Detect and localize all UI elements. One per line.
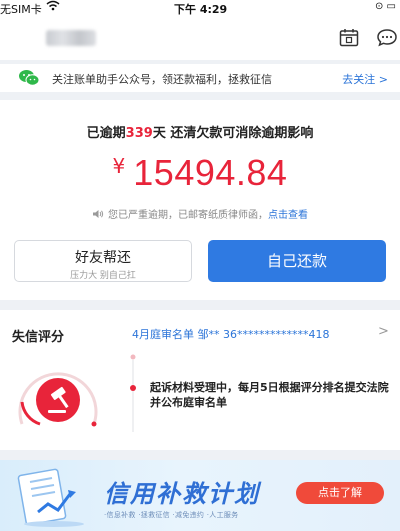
banner-tags: ·信息补救 ·拯救征信 ·减免违约 ·人工服务 bbox=[104, 511, 239, 519]
wifi-icon bbox=[46, 0, 60, 14]
status-bar: 无SIM卡 下午 4:29 ⊙ ▭ bbox=[0, 0, 400, 16]
repayment-card: 已逾期339天 还清欠款可消除逾期影响 ¥15494.84 您已严重逾期，已邮寄… bbox=[0, 100, 400, 300]
blurred-page-title bbox=[46, 30, 96, 46]
follow-link[interactable]: 去关注 > bbox=[342, 71, 388, 87]
banner-title: 信用补救计划 bbox=[104, 480, 260, 508]
nav-bar bbox=[0, 16, 400, 60]
view-letter-link[interactable]: 点击查看 bbox=[268, 210, 308, 221]
lawyer-letter-warning: 您已严重逾期，已邮寄纸质律师函，点击查看 bbox=[0, 206, 400, 221]
friend-help-label: 好友帮还 bbox=[75, 250, 131, 266]
overdue-prefix: 已逾期 bbox=[86, 126, 126, 141]
credit-gauge bbox=[18, 372, 98, 427]
friend-help-button[interactable]: 好友帮还 压力大 别自己扛 bbox=[14, 240, 192, 282]
carrier-label: 无SIM卡 bbox=[0, 3, 42, 16]
status-time: 下午 4:29 bbox=[174, 3, 228, 16]
amount-due: ¥15494.84 bbox=[0, 152, 400, 194]
timeline-connector bbox=[130, 354, 136, 432]
credit-rescue-banner[interactable]: 信用补救计划 ·信息补救 ·拯救征信 ·减免违约 ·人工服务 点击了解 bbox=[0, 460, 400, 531]
document-illustration-icon bbox=[17, 468, 84, 527]
credit-score-title: 失信评分 bbox=[12, 330, 65, 345]
friend-help-subtitle: 压力大 别自己扛 bbox=[70, 271, 136, 281]
overdue-days: 339 bbox=[125, 126, 153, 141]
amount-value: 15494.84 bbox=[133, 152, 288, 193]
battery-indicator: ⊙ ▭ bbox=[374, 1, 396, 12]
overdue-suffix: 天 还清欠款可消除逾期影响 bbox=[152, 126, 314, 141]
lawsuit-status-description: 起诉材料受理中，每月5日根据评分排名提交法院并公布庭审名单 bbox=[150, 381, 389, 409]
speaker-icon bbox=[93, 210, 104, 218]
warning-text: 您已严重逾期，已邮寄纸质律师函， bbox=[108, 210, 268, 221]
learn-more-button[interactable]: 点击了解 bbox=[296, 482, 384, 504]
follow-notice-bar[interactable]: 关注账单助手公众号，领还款福利，拯救征信 去关注 > bbox=[0, 64, 400, 92]
wechat-icon bbox=[19, 70, 40, 86]
chevron-right-icon[interactable]: > bbox=[378, 324, 389, 339]
notice-text: 关注账单助手公众号，领还款福利，拯救征信 bbox=[52, 73, 272, 86]
overdue-title: 已逾期339天 还清欠款可消除逾期影响 bbox=[0, 122, 400, 141]
currency-symbol: ¥ bbox=[112, 154, 126, 178]
calendar-icon[interactable] bbox=[339, 28, 359, 47]
chat-icon[interactable] bbox=[376, 28, 398, 47]
court-list-info[interactable]: 4月庭审名单 邹** 36*************418 bbox=[132, 326, 329, 342]
self-repay-button[interactable]: 自己还款 bbox=[208, 240, 386, 282]
credit-score-card: 失信评分 4月庭审名单 邹** 36*************418 > 起诉材… bbox=[0, 310, 400, 450]
